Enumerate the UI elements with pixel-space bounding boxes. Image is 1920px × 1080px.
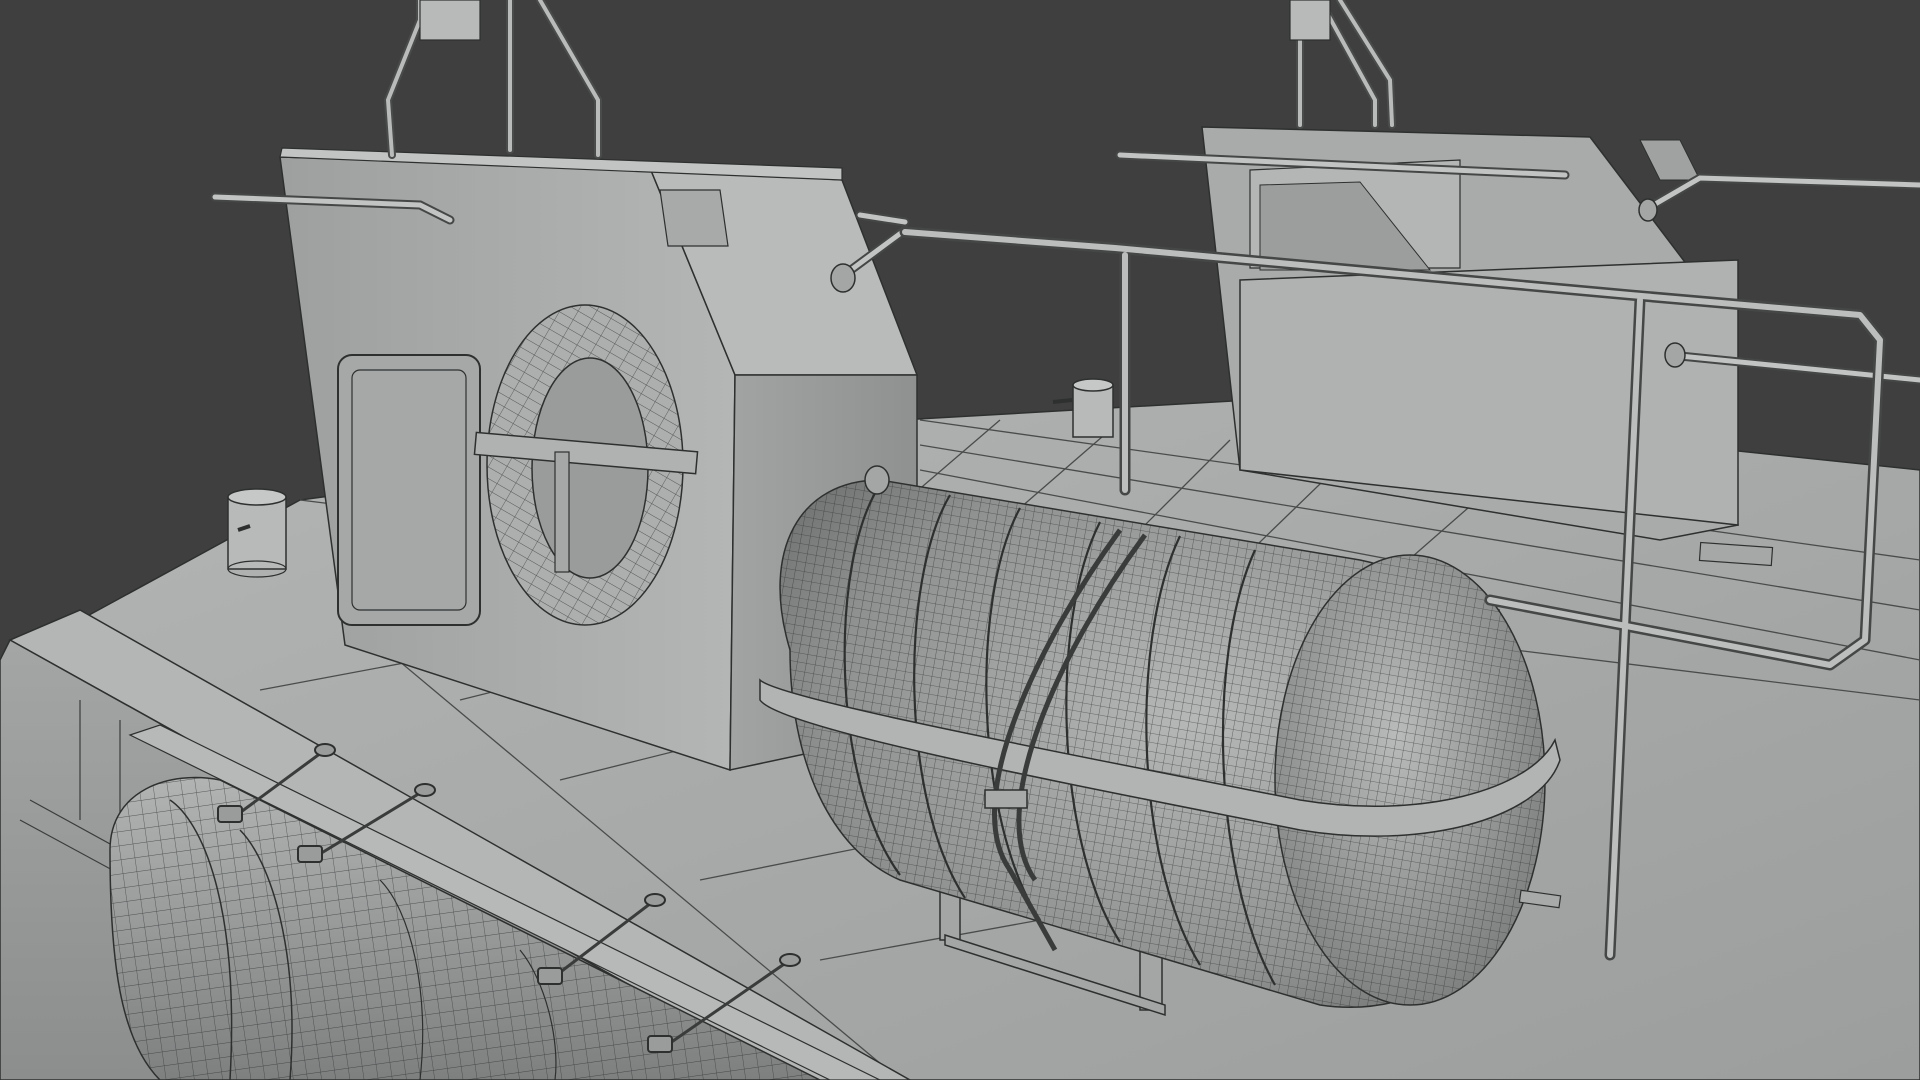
- davit-top-plate-left: [419, 0, 481, 41]
- liferaft-buckle: [984, 789, 1028, 809]
- bollard-left: [227, 488, 287, 578]
- davit-top-plate-right: [1289, 0, 1331, 41]
- 3d-viewport[interactable]: [0, 0, 1920, 1080]
- wireframe-scene: [0, 0, 1920, 1080]
